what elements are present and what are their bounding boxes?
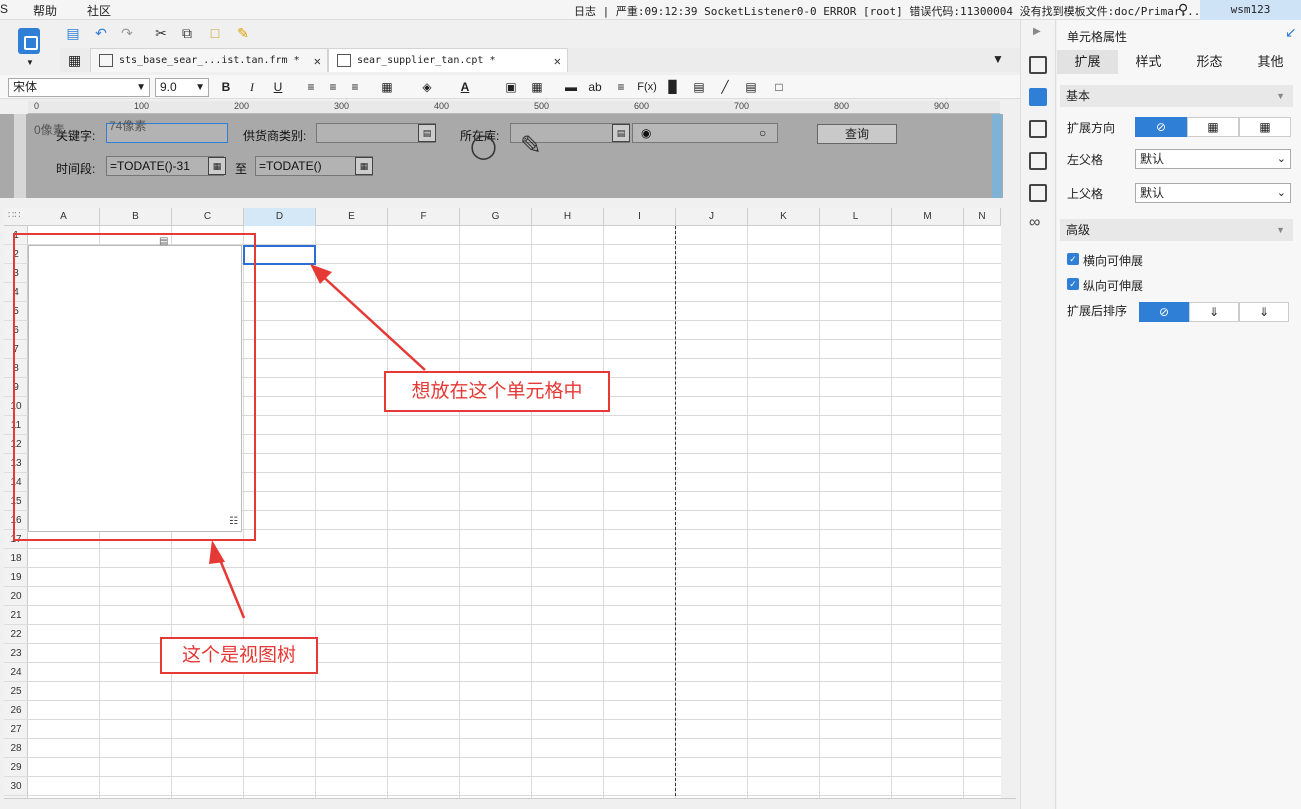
condition-icon[interactable] [1029,184,1047,202]
expand-horizontal-button[interactable]: ▦ [1239,117,1291,137]
chevron-down-icon: ▼ [1276,225,1285,235]
v-expand-checkbox[interactable]: ✓ [1067,278,1079,290]
cell-properties-panel: 单元格属性 ↙ 扩展 样式 形态 其他 基本 ▼ 扩展方向 ⊘ ▦ ▦ 左父格 … [1057,20,1301,809]
panel-title: 单元格属性 [1067,30,1128,44]
section-basic[interactable]: 基本 ▼ [1060,85,1293,107]
expand-vertical-button[interactable]: ▦ [1187,117,1239,137]
vertical-scrollbar[interactable] [1002,208,1016,798]
tab-expand[interactable]: 扩展 [1057,50,1118,74]
chevron-down-icon: ▼ [1276,91,1285,101]
section-label: 基本 [1066,89,1091,103]
top-parent-value: 默认 [1140,186,1165,200]
chevron-right-icon[interactable]: ▶ [1033,26,1041,37]
tab-style[interactable]: 样式 [1118,50,1179,74]
sort-descending-button[interactable]: ⇓ [1239,302,1289,322]
sort-label: 扩展后排序 [1067,304,1128,318]
tree-note: 这个是视图树 [160,637,318,674]
arrow-line-to-cell [317,271,426,371]
collapse-icon[interactable]: ↙ [1285,24,1297,41]
left-parent-value: 默认 [1140,152,1165,166]
cell-element-icon[interactable] [1029,152,1047,170]
property-icon-strip: ▶ ∞ [1020,20,1056,809]
expand-none-button[interactable]: ⊘ [1135,117,1187,137]
widget-settings-icon[interactable] [1029,56,1047,74]
expand-direction-label: 扩展方向 [1067,121,1116,135]
h-expand-checkbox[interactable]: ✓ [1067,253,1079,265]
cell-properties-icon[interactable] [1029,88,1047,106]
top-parent-label: 上父格 [1067,187,1104,201]
h-expand-label: 横向可伸展 [1083,254,1144,268]
panel-tabs: 扩展 样式 形态 其他 [1057,50,1301,74]
sort-none-button[interactable]: ⊘ [1139,302,1189,322]
tab-form[interactable]: 形态 [1179,50,1240,74]
chevron-down-icon: ⌄ [1276,187,1286,199]
crop-icon[interactable] [1029,120,1047,138]
top-parent-select[interactable]: 默认 ⌄ [1135,183,1291,203]
section-advanced[interactable]: 高级 ▼ [1060,219,1293,241]
target-cell-note: 想放在这个单元格中 [384,371,610,412]
v-expand-label: 纵向可伸展 [1083,279,1144,293]
left-parent-select[interactable]: 默认 ⌄ [1135,149,1291,169]
arrow-head-to-tree [209,540,225,564]
horizontal-scrollbar[interactable] [4,798,1016,809]
chevron-down-icon: ⌄ [1276,153,1286,165]
link-icon[interactable]: ∞ [1029,214,1040,232]
sort-ascending-button[interactable]: ⇓ [1189,302,1239,322]
left-parent-label: 左父格 [1067,153,1104,167]
tab-other[interactable]: 其他 [1240,50,1301,74]
section-label: 高级 [1066,223,1091,237]
